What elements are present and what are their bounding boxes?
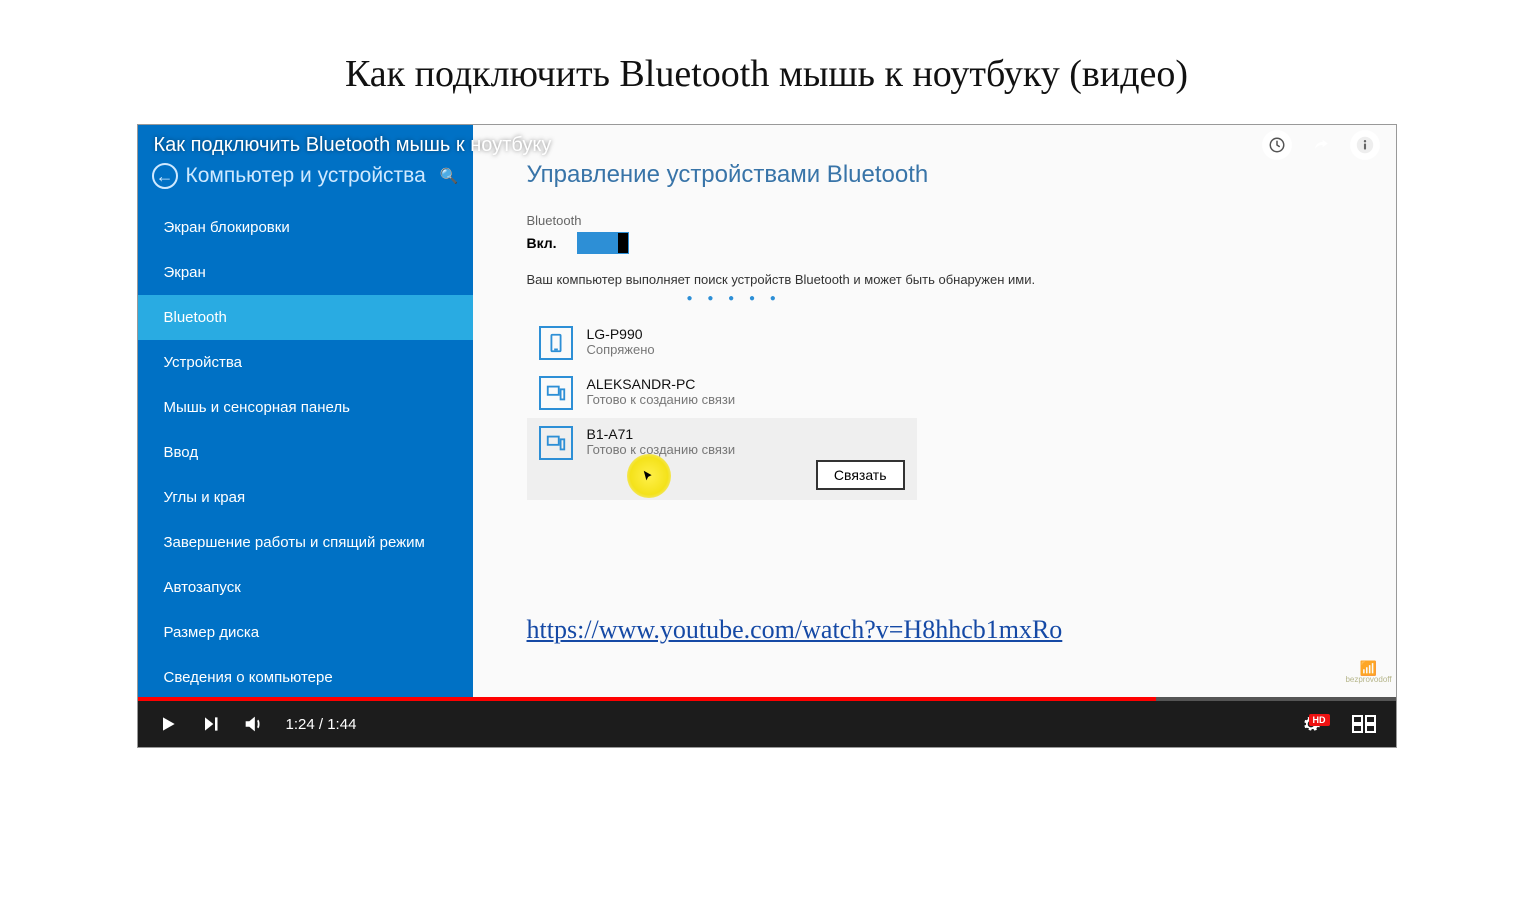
- share-button[interactable]: [1306, 130, 1336, 160]
- sidebar-item[interactable]: Ввод: [138, 430, 473, 475]
- player-controls: 1:24 / 1:44 HD: [138, 701, 1396, 747]
- pair-button[interactable]: Связать: [816, 460, 905, 490]
- search-icon[interactable]: 🔍: [440, 167, 459, 185]
- info-button[interactable]: [1350, 130, 1380, 160]
- watermark-label: bezprovodoff: [1345, 675, 1391, 684]
- bluetooth-label: Bluetooth: [527, 213, 1396, 228]
- sidebar-item[interactable]: Мышь и сенсорная панель: [138, 385, 473, 430]
- time-current: 1:24: [286, 716, 315, 733]
- device-status: Сопряжено: [587, 342, 655, 357]
- progress-bar[interactable]: [138, 697, 1396, 701]
- bluetooth-toggle[interactable]: [577, 232, 629, 254]
- hd-badge: HD: [1309, 714, 1330, 726]
- video-player: Как подключить Bluetooth мышь к ноутбуку…: [137, 124, 1397, 748]
- pc-icon: [539, 376, 573, 410]
- back-icon[interactable]: ←: [152, 163, 178, 189]
- sidebar-header-label: Компьютер и устройства: [186, 164, 426, 188]
- page-title: Как подключить Bluetooth мышь к ноутбуку…: [0, 52, 1533, 96]
- sidebar: ← Компьютер и устройства 🔍 Экран блокиро…: [138, 125, 473, 697]
- device-item[interactable]: LG-P990Сопряжено: [527, 318, 917, 368]
- video-link[interactable]: https://www.youtube.com/watch?v=H8hhcb1m…: [527, 615, 1063, 645]
- theater-button[interactable]: [1352, 715, 1376, 733]
- bluetooth-state: Вкл.: [527, 235, 557, 251]
- video-body: ← Компьютер и устройства 🔍 Экран блокиро…: [138, 125, 1396, 697]
- device-status: Готово к созданию связи: [587, 392, 736, 407]
- next-button[interactable]: [200, 714, 220, 734]
- device-item[interactable]: ALEKSANDR-PCГотово к созданию связи: [527, 368, 917, 418]
- channel-watermark[interactable]: 📶 bezprovodoff: [1352, 661, 1386, 689]
- sidebar-header[interactable]: ← Компьютер и устройства 🔍: [138, 163, 473, 205]
- device-item[interactable]: B1-A71Готово к созданию связи Связать: [527, 418, 917, 500]
- sidebar-item[interactable]: Углы и края: [138, 475, 473, 520]
- play-button[interactable]: [158, 714, 178, 734]
- device-list: LG-P990СопряженоALEKSANDR-PCГотово к соз…: [527, 318, 1396, 500]
- wifi-icon: 📶: [1360, 661, 1377, 675]
- volume-button[interactable]: [242, 713, 264, 735]
- sidebar-item[interactable]: Экран: [138, 250, 473, 295]
- sidebar-item[interactable]: Завершение работы и спящий режим: [138, 520, 473, 565]
- device-status: Готово к созданию связи: [587, 442, 736, 457]
- cursor-highlight-icon: [627, 454, 671, 498]
- content-title: Управление устройствами Bluetooth: [527, 161, 1396, 189]
- scan-text: Ваш компьютер выполняет поиск устройств …: [527, 272, 1396, 287]
- pc-icon: [539, 426, 573, 460]
- progress-fill: [138, 697, 1157, 701]
- sidebar-item[interactable]: Сведения о компьютере: [138, 655, 473, 700]
- sidebar-item[interactable]: Автозапуск: [138, 565, 473, 610]
- sidebar-item[interactable]: Устройства: [138, 340, 473, 385]
- device-name: ALEKSANDR-PC: [587, 376, 736, 392]
- sidebar-menu: Экран блокировкиЭкранBluetoothУстройства…: [138, 205, 473, 700]
- device-name: LG-P990: [587, 326, 655, 342]
- content-pane: Управление устройствами Bluetooth Blueto…: [473, 125, 1396, 697]
- watch-later-button[interactable]: [1262, 130, 1292, 160]
- sidebar-item[interactable]: Bluetooth: [138, 295, 473, 340]
- loading-dots-icon: ● ● ● ● ●: [687, 293, 1396, 304]
- time-total: 1:44: [327, 716, 356, 733]
- phone-icon: [539, 326, 573, 360]
- device-name: B1-A71: [587, 426, 736, 442]
- time-display: 1:24 / 1:44: [286, 716, 357, 733]
- sidebar-item[interactable]: Экран блокировки: [138, 205, 473, 250]
- sidebar-item[interactable]: Размер диска: [138, 610, 473, 655]
